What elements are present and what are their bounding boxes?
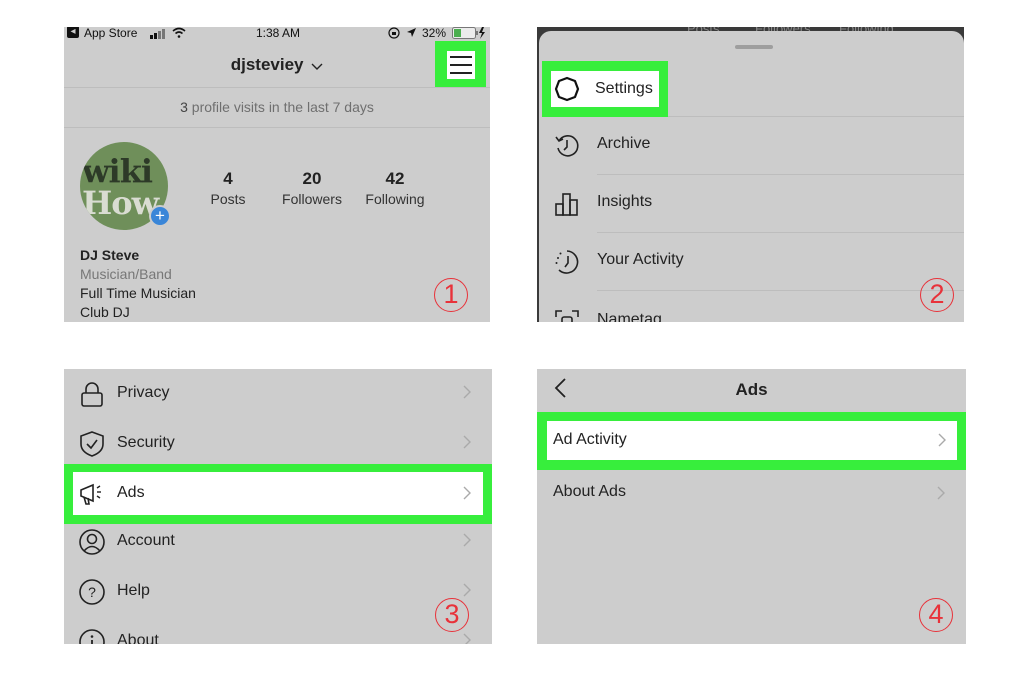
ads-item-ad-activity[interactable]: Ad Activity [547,421,957,460]
wifi-icon [172,27,186,41]
add-story-plus-icon[interactable]: + [149,205,171,227]
divider [597,290,964,291]
profile-screen-panel: ◂ App Store 1:38 AM 32% djsteviey 3 prof… [64,27,490,322]
ads-item-label: Ad Activity [553,431,627,448]
menu-item-settings[interactable]: Settings [551,71,659,107]
page-title: Ads [735,380,768,399]
status-bar: ◂ App Store 1:38 AM 32% [64,27,490,42]
ads-screen-panel: Ads Ad Activity About Ads 4 [537,369,966,644]
bio-line: Club DJ [80,304,130,320]
back-to-app-icon[interactable]: ◂ [67,27,79,38]
chevron-right-icon [463,435,471,449]
divider [64,127,490,128]
bottom-sheet: Settings Archive Insights Your Activity … [539,31,964,322]
signal-icon [150,28,168,42]
settings-gear-icon [554,76,580,102]
stat-label: Following [365,191,425,207]
settings-item-label: Security [117,434,175,451]
battery-percent: 32% [422,27,447,40]
settings-item-ads[interactable]: Ads [73,472,483,515]
menu-highlight-box [435,41,486,88]
battery-icon [452,27,486,42]
settings-item-label: Ads [117,484,145,501]
settings-highlight-box: Settings [542,61,668,117]
step-marker-4: 4 [919,598,953,632]
menu-item-label: Nametag [597,311,662,322]
stat-label: Posts [210,191,246,207]
chevron-right-icon [938,433,946,447]
step-marker-1: 1 [434,278,468,312]
rotation-lock-icon [388,27,400,42]
bio-line: Full Time Musician [80,285,196,301]
chevron-right-icon [463,385,471,399]
help-question-icon: ? [79,579,105,605]
lock-icon [81,382,103,407]
sheet-grabber-handle[interactable] [735,45,773,49]
step-marker-3: 3 [435,598,469,632]
stat-value: 20 [302,169,322,188]
divider [64,87,490,88]
shield-check-icon [80,431,104,457]
menu-item-your-activity[interactable]: Your Activity [539,233,964,289]
settings-item-about[interactable]: About [64,617,492,644]
activity-clock-icon [555,250,579,274]
menu-item-archive[interactable]: Archive [539,117,964,173]
settings-item-label: About [117,632,159,644]
settings-item-security[interactable]: Security [64,419,492,469]
back-app-label[interactable]: App Store [84,27,137,40]
settings-item-label: Privacy [117,384,170,401]
username-switcher[interactable]: djsteviey [64,55,490,76]
user-circle-icon [79,529,105,555]
megaphone-icon [80,483,101,505]
location-arrow-icon [406,27,417,41]
settings-item-label: Help [117,582,150,599]
ads-highlight-box: Ads [64,464,492,524]
username: djsteviey [230,55,304,74]
ads-item-label: About Ads [553,483,626,500]
menu-item-label: Settings [595,80,653,97]
menu-item-insights[interactable]: Insights [539,175,964,231]
info-icon [79,629,105,644]
settings-list-panel: Privacy Security Ads Account ? Help Abou… [64,369,492,644]
nametag-scan-icon [555,310,579,322]
bio-name: DJ Steve [80,247,140,263]
stat-following[interactable]: 42 Following [350,169,440,207]
bio-category: Musician/Band [80,266,172,282]
chevron-right-icon [463,583,471,597]
status-time: 1:38 AM [256,27,301,40]
menu-item-label: Your Activity [597,251,684,268]
menu-sheet-panel: Posts Followers Following Settings Archi… [537,27,964,322]
chevron-right-icon [937,486,945,500]
settings-item-privacy[interactable]: Privacy [64,369,492,419]
settings-item-help[interactable]: ? Help [64,567,492,617]
menu-item-nametag[interactable]: Nametag [539,293,964,322]
ads-item-about-ads[interactable]: About Ads [537,470,966,516]
chevron-down-icon [311,56,323,76]
menu-item-label: Insights [597,193,653,210]
stat-followers[interactable]: 20 Followers [267,169,357,207]
svg-text:?: ? [88,584,96,600]
stat-posts[interactable]: 4 Posts [183,169,273,207]
step-marker-2: 2 [920,278,954,312]
settings-item-account[interactable]: Account [64,517,492,567]
settings-item-label: Account [117,532,175,549]
chevron-right-icon [463,533,471,547]
stat-value: 42 [385,169,405,188]
chevron-right-icon [463,486,471,500]
archive-history-icon [555,135,579,157]
stat-value: 4 [223,169,233,188]
stat-label: Followers [282,191,342,207]
chevron-right-icon [463,633,471,644]
insights-bar-chart-icon [555,193,578,216]
hamburger-menu-button[interactable] [447,51,475,79]
profile-visits-text[interactable]: 3 profile visits in the last 7 days [64,99,490,115]
ad-activity-highlight-box: Ad Activity [537,412,966,470]
menu-item-label: Archive [597,135,651,152]
avatar-text-how: How [82,184,159,222]
hamburger-menu-icon [450,56,472,74]
